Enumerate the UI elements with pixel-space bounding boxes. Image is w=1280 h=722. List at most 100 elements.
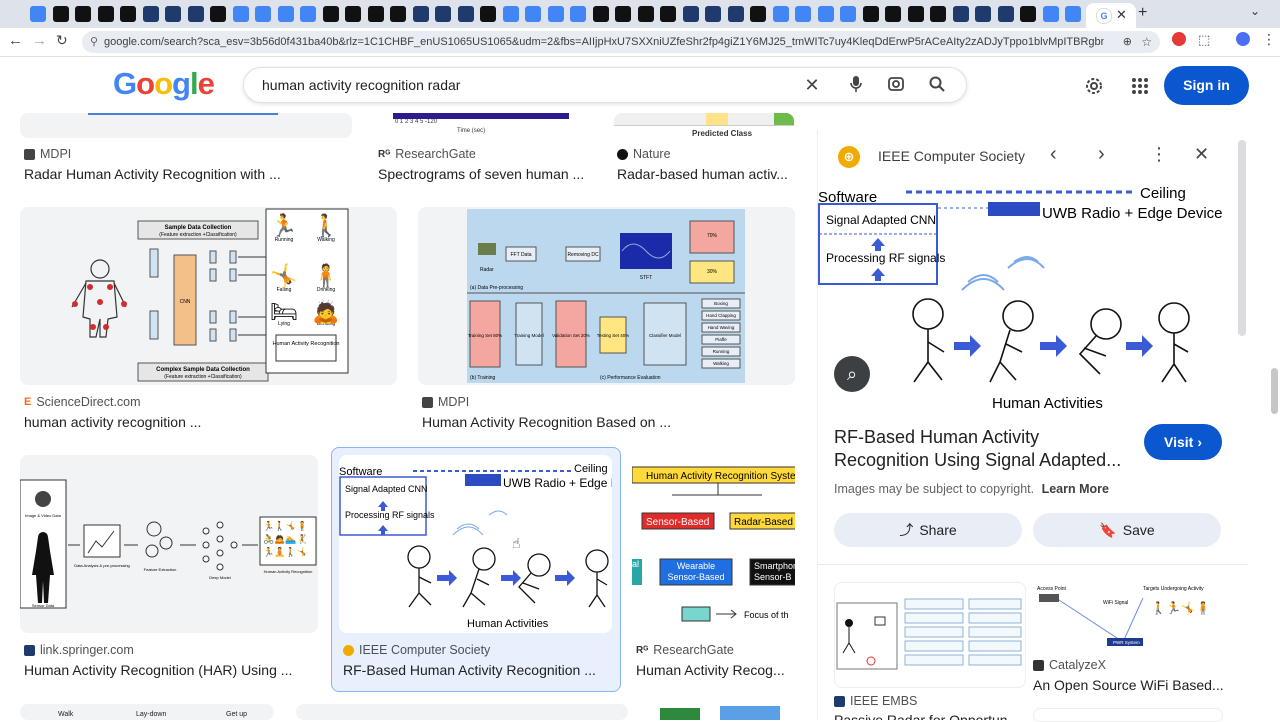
tab-favicon-icon[interactable] [232, 6, 249, 22]
related-title[interactable]: Passive Radar for Opportun... [834, 712, 1024, 720]
result-title[interactable]: Radar-based human activ... [617, 166, 795, 182]
result-image-mdpi-radar[interactable] [20, 113, 352, 138]
tab-favicon-icon[interactable] [480, 6, 496, 22]
tab-favicon-icon[interactable] [367, 6, 384, 22]
result-image-sciencedirect[interactable]: Sample Data Collection (Feature extracti… [20, 207, 397, 385]
tab-favicon-icon[interactable] [142, 6, 159, 22]
tab-favicon-icon[interactable] [615, 6, 631, 22]
tab-favicon-icon[interactable] [660, 6, 676, 22]
extension-icon[interactable] [1172, 32, 1186, 46]
close-tab-icon[interactable]: ✕ [1116, 7, 1127, 23]
result-image-nature[interactable]: Predicted Class [614, 113, 794, 138]
result-image-researchgate-har[interactable]: Human Activity Recognition System Sensor… [632, 455, 795, 633]
bookmark-star-icon[interactable]: ☆ [1141, 31, 1152, 53]
tab-favicon-icon[interactable] [345, 6, 361, 22]
tab-favicon-icon[interactable] [412, 6, 429, 22]
tab-favicon-icon[interactable] [885, 6, 901, 22]
page-scrollbar[interactable] [1271, 368, 1278, 414]
tab-search-icon[interactable]: ⌄ [1250, 4, 1260, 18]
tab-favicon-icon[interactable] [682, 6, 699, 22]
address-bar[interactable]: ⚲ google.com/search?sca_esv=3b56d0f431ba… [82, 31, 1160, 53]
share-button[interactable]: ⤴ Share [834, 513, 1022, 547]
tab-favicon-icon[interactable] [1065, 6, 1081, 22]
tab-favicon-icon[interactable] [255, 6, 271, 22]
tab-favicon-icon[interactable] [30, 6, 46, 22]
google-apps-icon[interactable] [1131, 77, 1149, 100]
tab-favicon-icon[interactable] [502, 6, 519, 22]
result-image-ieee-selected[interactable]: Software Ceiling UWB Radio + Edge D Sign… [339, 455, 612, 633]
result-title[interactable]: Human Activity Recognition Based on ... [422, 414, 792, 430]
previous-icon[interactable]: ‹ [1050, 143, 1057, 166]
search-box[interactable]: ✕ [243, 67, 967, 103]
tab-favicon-icon[interactable] [52, 6, 69, 22]
tab-favicon-icon[interactable] [997, 6, 1014, 22]
related-source[interactable]: CatalyzeX [1033, 658, 1106, 672]
tab-favicon-icon[interactable] [862, 6, 879, 22]
reload-icon[interactable]: ↻ [56, 32, 68, 49]
result-title[interactable]: Human Activity Recognition (HAR) Using .… [24, 662, 320, 678]
result-image-mdpi-pipeline[interactable]: Radar FFT Data Removing DC STFT 70% 30% … [418, 207, 795, 385]
panel-title[interactable]: RF-Based Human Activity Recognition Usin… [834, 426, 1134, 472]
tab-favicon-icon[interactable] [952, 6, 969, 22]
back-icon[interactable]: ← [8, 32, 23, 49]
result-title[interactable]: human activity recognition ... [24, 414, 394, 430]
tab-favicon-icon[interactable] [705, 6, 721, 22]
sign-in-button[interactable]: Sign in [1164, 66, 1249, 105]
result-source[interactable]: MDPI [422, 395, 469, 409]
result-source[interactable]: link.springer.com [24, 643, 134, 657]
search-icon[interactable] [927, 75, 947, 95]
next-icon[interactable]: › [1098, 143, 1105, 166]
site-info-icon[interactable]: ⚲ [90, 31, 98, 53]
result-source[interactable]: E ScienceDirect.com [24, 395, 141, 409]
tab-favicon-icon[interactable] [570, 6, 586, 22]
tab-favicon-icon[interactable] [1020, 6, 1036, 22]
lens-camera-icon[interactable] [886, 75, 906, 95]
tab-favicon-icon[interactable] [795, 6, 811, 22]
lens-search-icon[interactable]: ⌕ [834, 356, 870, 392]
result-title[interactable]: Human Activity Recog... [636, 662, 794, 678]
browser-menu-icon[interactable]: ⋮ [1262, 31, 1276, 48]
tab-favicon-icon[interactable] [300, 6, 316, 22]
more-options-icon[interactable]: ⋮ [1150, 144, 1168, 165]
new-tab-icon[interactable]: + [1138, 4, 1147, 22]
profile-avatar-icon[interactable] [1236, 32, 1250, 46]
result-source[interactable]: IEEE Computer Society [343, 643, 490, 657]
active-tab[interactable]: G ✕ [1086, 3, 1136, 28]
panel-scrollbar[interactable] [1238, 140, 1246, 336]
tab-favicon-icon[interactable] [75, 6, 91, 22]
extensions-puzzle-icon[interactable]: ⬚ [1198, 32, 1210, 48]
save-button[interactable]: 🔖 Save [1033, 513, 1221, 547]
search-input[interactable] [262, 68, 782, 102]
related-source[interactable]: IEEE EMBS [834, 694, 917, 708]
result-source[interactable]: Rᴳ ResearchGate [636, 643, 734, 657]
result-source[interactable]: MDPI [24, 147, 71, 161]
tab-favicon-icon[interactable] [435, 6, 451, 22]
result-image-springer[interactable]: Image & Video Data Sensor Data Data Anal… [20, 455, 318, 633]
tab-favicon-icon[interactable] [390, 6, 406, 22]
close-panel-icon[interactable]: ✕ [1194, 144, 1209, 165]
tab-favicon-icon[interactable] [525, 6, 541, 22]
result-title[interactable]: Radar Human Activity Recognition with ..… [24, 166, 354, 182]
tab-favicon-icon[interactable] [120, 6, 136, 22]
related-image-1[interactable] [834, 582, 1026, 688]
result-image-row4-1[interactable]: Walk Lay-down Get up [20, 704, 274, 720]
zoom-icon[interactable]: ⊕ [1123, 31, 1132, 53]
tab-favicon-icon[interactable] [210, 6, 226, 22]
visit-button[interactable]: Visit › [1144, 424, 1222, 460]
result-image-row4-2[interactable] [296, 704, 628, 720]
related-image-2[interactable]: Access Point Targets Undergoing Activity… [1033, 582, 1221, 652]
panel-preview-image[interactable]: Software Ceiling UWB Radio + Edge Device… [818, 182, 1238, 420]
tab-favicon-icon[interactable] [637, 6, 654, 22]
tab-favicon-icon[interactable] [187, 6, 204, 22]
tab-favicon-icon[interactable] [930, 6, 946, 22]
result-title[interactable]: Spectrograms of seven human ... [378, 166, 593, 182]
tab-favicon-icon[interactable] [592, 6, 609, 22]
tab-favicon-icon[interactable] [750, 6, 766, 22]
related-title[interactable]: An Open Source WiFi Based... [1033, 677, 1233, 693]
tab-favicon-icon[interactable] [727, 6, 744, 22]
tab-favicon-icon[interactable] [457, 6, 474, 22]
forward-icon[interactable]: → [32, 32, 47, 49]
google-logo[interactable]: Google [113, 66, 215, 102]
tab-favicon-icon[interactable] [817, 6, 834, 22]
settings-gear-icon[interactable] [1084, 76, 1104, 101]
